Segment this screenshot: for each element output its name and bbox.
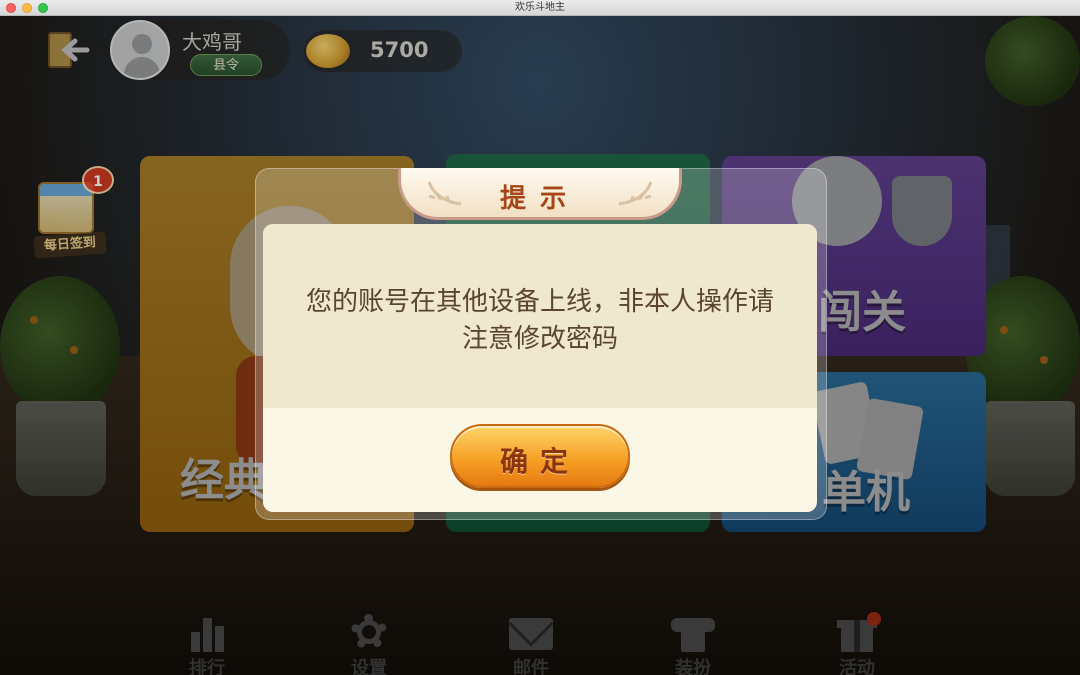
- window-title: 欢乐斗地主: [515, 2, 565, 13]
- dialog-message: 您的账号在其他设备上线，非本人操作请注意修改密码: [305, 287, 774, 354]
- player-name: 大鸡哥: [182, 30, 242, 54]
- avatar[interactable]: [110, 20, 170, 80]
- dialog-title-plate: 提示: [398, 168, 682, 220]
- coin-balance[interactable]: 5700: [304, 30, 462, 72]
- minimize-window-button[interactable]: [22, 3, 32, 13]
- close-window-button[interactable]: [6, 3, 16, 13]
- confirm-button-label: 确定: [499, 445, 580, 478]
- laurel-right-icon: [618, 181, 653, 206]
- confirm-button[interactable]: 确定: [450, 424, 630, 488]
- notification-badge: 1: [82, 166, 114, 194]
- player-rank-badge: 县令: [190, 54, 262, 76]
- player-profile[interactable]: 大鸡哥 县令: [110, 20, 290, 80]
- coin-amount: 5700: [370, 38, 429, 62]
- maximize-window-button[interactable]: [38, 3, 48, 13]
- window-titlebar: 欢乐斗地主: [0, 0, 1080, 16]
- dialog-body: 您的账号在其他设备上线，非本人操作请注意修改密码: [263, 224, 817, 408]
- exit-icon: [48, 32, 90, 68]
- exit-button[interactable]: [42, 26, 94, 74]
- coin-icon: [306, 34, 350, 68]
